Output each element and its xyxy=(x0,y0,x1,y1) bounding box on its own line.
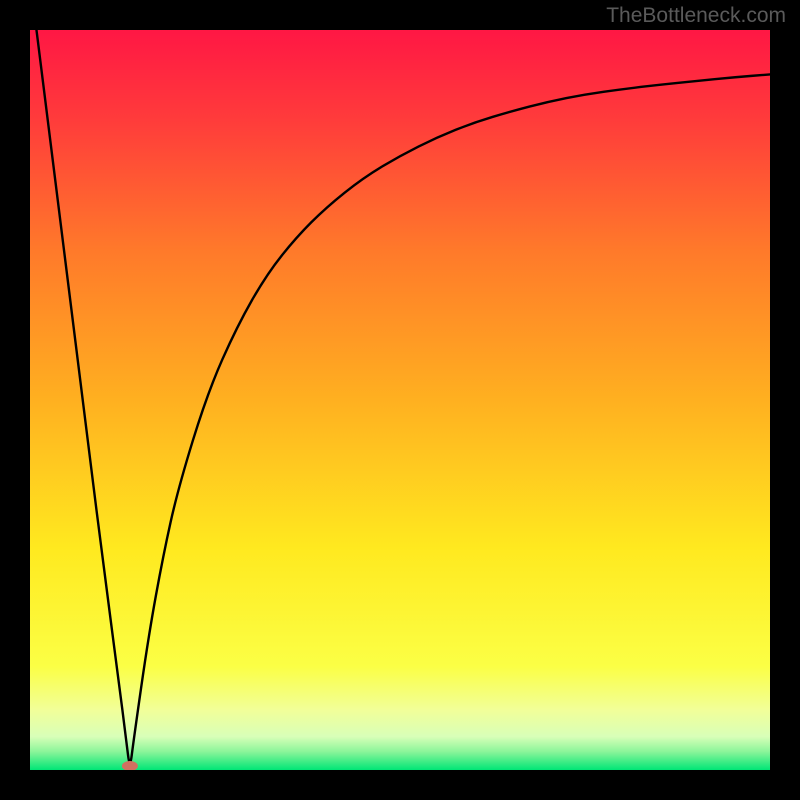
gradient-background xyxy=(30,30,770,770)
plot-area xyxy=(30,30,770,770)
chart-svg xyxy=(30,30,770,770)
chart-frame: TheBottleneck.com xyxy=(0,0,800,800)
watermark-text: TheBottleneck.com xyxy=(606,4,786,28)
